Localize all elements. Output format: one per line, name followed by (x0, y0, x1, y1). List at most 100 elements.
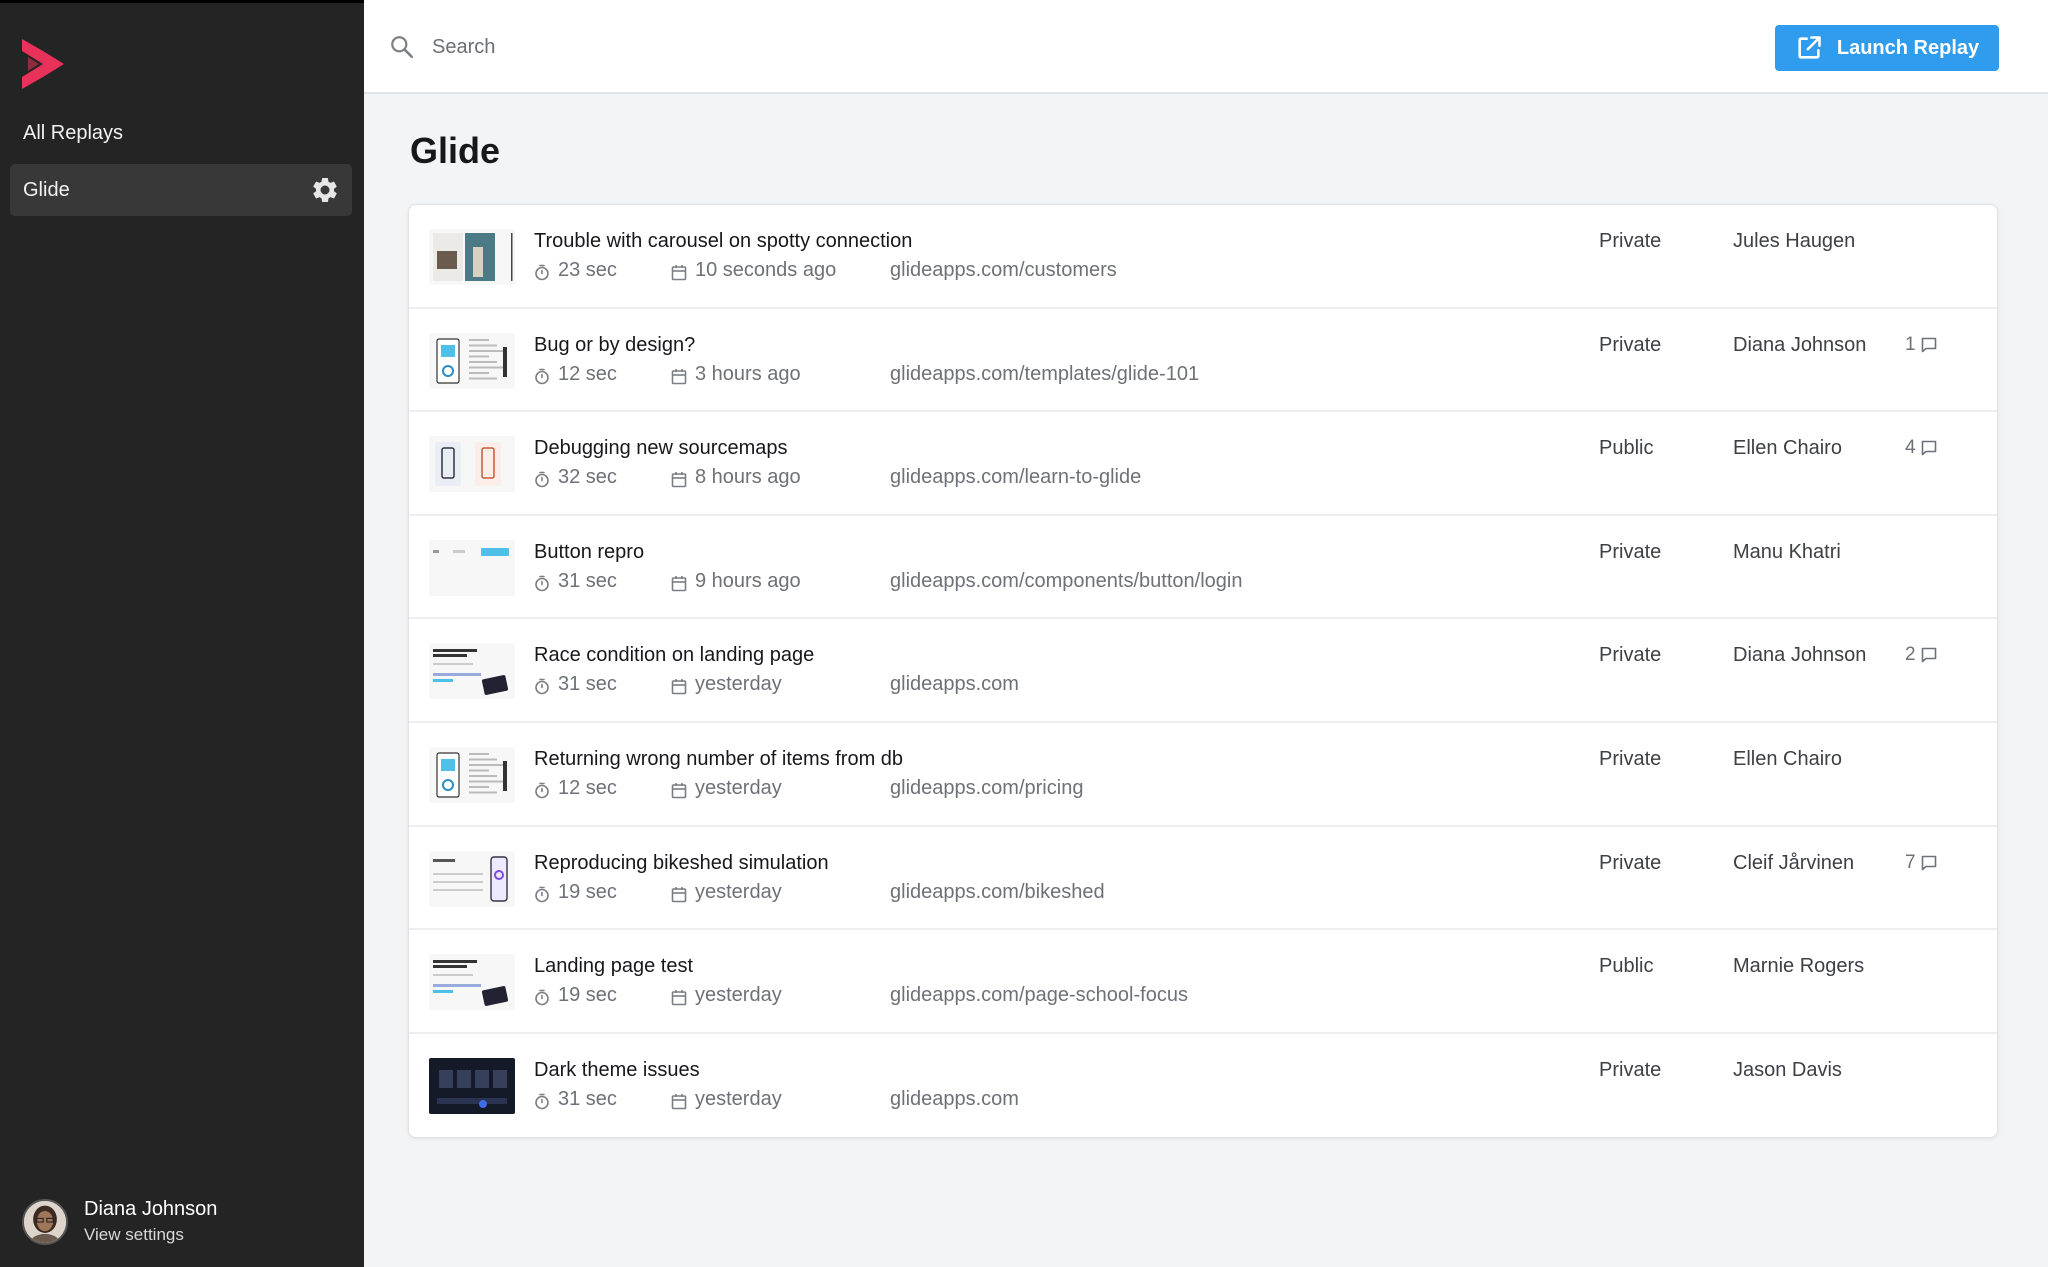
timer-icon (535, 471, 549, 488)
calendar-icon (671, 679, 687, 695)
replay-meta: 19 sec yesterday glideapps.com/bikeshed (534, 881, 1534, 907)
timer-icon (535, 782, 549, 799)
replay-comments[interactable]: 1 (1905, 334, 1938, 356)
replay-visibility: Private (1599, 747, 1662, 770)
replay-meta: 12 sec yesterday glideapps.com/pricing (534, 777, 1534, 803)
replay-thumbnail[interactable] (429, 746, 515, 803)
replay-row[interactable]: Dark theme issues 31 sec yesterday glide… (409, 1034, 1997, 1138)
replay-row[interactable]: Reproducing bikeshed simulation 19 sec y… (409, 827, 1997, 931)
timer-icon (535, 886, 549, 902)
calendar-icon (671, 368, 687, 384)
replay-row[interactable]: Bug or by design? 12 sec 3 hours ago gli… (409, 309, 1997, 413)
replay-author: Ellen Chairo (1733, 747, 1842, 770)
replay-url[interactable]: glideapps.com (890, 673, 1019, 696)
replay-thumbnail[interactable] (429, 229, 515, 285)
replay-url[interactable]: glideapps.com/components/button/login (890, 570, 1242, 593)
replay-meta: 32 sec 8 hours ago glideapps.com/learn-t… (534, 466, 1534, 492)
replay-duration: 31 sec (558, 673, 617, 696)
replay-visibility: Public (1599, 437, 1654, 460)
external-link-icon (1798, 36, 1821, 59)
replay-date: 8 hours ago (695, 466, 801, 489)
replay-url[interactable]: glideapps.com/customers (890, 259, 1117, 282)
calendar-icon (671, 265, 687, 281)
sidebar-item-all-replays[interactable]: All Replays (10, 107, 352, 159)
replay-duration: 31 sec (558, 1087, 617, 1110)
timer-icon (535, 575, 549, 592)
replay-date: yesterday (695, 776, 782, 799)
replay-duration: 31 sec (558, 569, 617, 592)
replay-title[interactable]: Reproducing bikeshed simulation (534, 852, 829, 875)
replay-row[interactable]: Landing page test 19 sec yesterday glide… (409, 930, 1997, 1034)
sidebar-item-label: Glide (23, 178, 70, 201)
replay-date: yesterday (695, 984, 782, 1007)
replay-meta: 31 sec 9 hours ago glideapps.com/compone… (534, 570, 1534, 596)
top-bar: Launch Replay (364, 0, 2048, 94)
user-profile[interactable]: Diana Johnson View settings (22, 1197, 217, 1246)
replay-author: Diana Johnson (1733, 333, 1867, 356)
replay-duration: 19 sec (558, 880, 617, 903)
replay-url[interactable]: glideapps.com/learn-to-glide (890, 466, 1141, 489)
replay-date: yesterday (695, 1087, 782, 1110)
replay-row[interactable]: Trouble with carousel on spotty connecti… (409, 205, 1997, 309)
replay-meta: 31 sec yesterday glideapps.com (534, 1088, 1534, 1114)
timer-icon (535, 679, 549, 695)
user-name: Diana Johnson (84, 1198, 218, 1220)
view-settings-link[interactable]: View settings (84, 1224, 217, 1246)
comment-icon (1921, 648, 1936, 663)
launch-replay-label: Launch Replay (1836, 36, 1980, 59)
replay-url[interactable]: glideapps.com/page-school-focus (890, 984, 1188, 1007)
replay-visibility: Private (1599, 540, 1662, 563)
calendar-icon (671, 782, 687, 799)
replay-title[interactable]: Button repro (534, 541, 644, 564)
replay-thumbnail[interactable] (429, 436, 515, 493)
replay-thumbnail[interactable] (429, 539, 515, 596)
replay-thumbnail[interactable] (429, 643, 515, 700)
comment-icon (1921, 440, 1936, 456)
replay-comments[interactable]: 7 (1905, 852, 1938, 874)
replay-row[interactable]: Button repro 31 sec 9 hours ago glideapp… (409, 516, 1997, 620)
replay-title[interactable]: Race condition on landing page (534, 644, 814, 667)
sidebar: All Replays Glide Diana Johnson View set… (0, 0, 364, 1267)
gear-icon[interactable] (310, 175, 340, 205)
replay-title[interactable]: Trouble with carousel on spotty connecti… (534, 230, 912, 253)
search-input[interactable] (432, 28, 1132, 66)
replay-url[interactable]: glideapps.com/templates/glide-101 (890, 363, 1199, 386)
replay-visibility: Private (1599, 1058, 1662, 1081)
replay-url[interactable]: glideapps.com/bikeshed (890, 881, 1105, 904)
replay-duration: 19 sec (558, 984, 617, 1007)
replay-thumbnail[interactable] (429, 1057, 515, 1114)
replay-author: Jules Haugen (1733, 230, 1856, 252)
replay-title[interactable]: Landing page test (534, 955, 693, 978)
replay-visibility: Private (1599, 333, 1662, 356)
page-title: Glide (410, 130, 501, 171)
replay-date: yesterday (695, 880, 782, 903)
calendar-icon (671, 575, 687, 592)
sidebar-item-glide[interactable]: Glide (10, 164, 352, 216)
replay-list: Trouble with carousel on spotty connecti… (408, 204, 1998, 1139)
replay-thumbnail[interactable] (429, 332, 515, 389)
replay-meta: 31 sec yesterday glideapps.com (534, 673, 1534, 699)
comment-count: 2 (1905, 644, 1916, 666)
replay-comments[interactable]: 2 (1905, 644, 1938, 666)
timer-icon (535, 1093, 549, 1110)
replay-thumbnail[interactable] (429, 954, 515, 1011)
replay-meta: 23 sec 10 seconds ago glideapps.com/cust… (534, 259, 1534, 285)
replay-title[interactable]: Dark theme issues (534, 1059, 700, 1082)
replay-row[interactable]: Debugging new sourcemaps 32 sec 8 hours … (409, 412, 1997, 516)
replay-title[interactable]: Debugging new sourcemaps (534, 437, 788, 460)
replay-url[interactable]: glideapps.com (890, 1088, 1019, 1111)
replay-date: 10 seconds ago (695, 259, 837, 281)
replay-url[interactable]: glideapps.com/pricing (890, 777, 1083, 800)
launch-replay-button[interactable]: Launch Replay (1775, 25, 1999, 71)
calendar-icon (671, 472, 687, 488)
replay-row[interactable]: Race condition on landing page 31 sec ye… (409, 619, 1997, 723)
replay-date: yesterday (695, 673, 782, 696)
replay-logo-icon[interactable] (22, 39, 64, 89)
replay-title[interactable]: Returning wrong number of items from db (534, 748, 903, 771)
replay-thumbnail[interactable] (429, 850, 515, 907)
replay-title[interactable]: Bug or by design? (534, 334, 695, 357)
replay-comments[interactable]: 4 (1905, 437, 1938, 459)
avatar[interactable] (22, 1198, 68, 1245)
replay-row[interactable]: Returning wrong number of items from db … (409, 723, 1997, 827)
replay-duration: 23 sec (558, 259, 617, 281)
